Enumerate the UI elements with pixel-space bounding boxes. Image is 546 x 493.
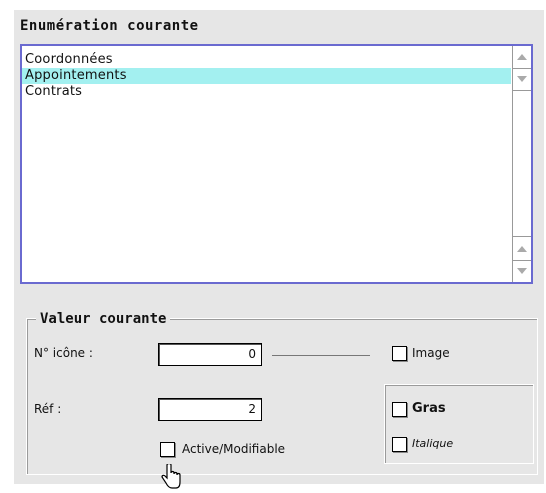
style-options-group <box>384 384 534 464</box>
scroll-up-button-bottom[interactable] <box>513 238 531 260</box>
italic-checkbox[interactable] <box>392 437 407 452</box>
current-value-title: Valeur courante <box>36 311 171 327</box>
enumeration-title: Enumération courante <box>20 18 199 34</box>
scroll-down-button-top[interactable] <box>513 68 531 90</box>
list-item-coordonnees[interactable]: Coordonnées <box>22 52 511 68</box>
ref-field[interactable]: 2 <box>158 398 262 421</box>
active-modifiable-checkbox[interactable] <box>160 442 175 457</box>
scroll-separator <box>513 236 531 237</box>
arrow-up-icon <box>517 54 527 60</box>
scroll-separator <box>513 90 531 91</box>
connector-line <box>272 355 370 356</box>
image-checkbox[interactable] <box>392 346 407 361</box>
enumeration-list[interactable]: Coordonnées Appointements Contrats <box>20 44 533 284</box>
arrow-down-icon <box>517 76 527 82</box>
scroll-up-button[interactable] <box>513 46 531 68</box>
list-scrollbar[interactable] <box>512 46 531 282</box>
list-item-contrats[interactable]: Contrats <box>22 84 511 100</box>
scroll-down-button[interactable] <box>513 260 531 282</box>
bold-checkbox[interactable] <box>392 402 407 417</box>
hand-pointer-icon <box>161 464 181 489</box>
image-label: Image <box>412 346 450 360</box>
italic-label: Italique <box>412 437 454 450</box>
enumeration-items: Coordonnées Appointements Contrats <box>22 52 511 100</box>
icon-number-field[interactable]: 0 <box>158 343 262 366</box>
icon-number-label: N° icône : <box>34 346 93 360</box>
arrow-up-icon <box>517 246 527 252</box>
list-item-appointements[interactable]: Appointements <box>22 68 511 84</box>
arrow-down-icon <box>517 268 527 274</box>
active-modifiable-label: Active/Modifiable <box>182 442 286 456</box>
ref-label: Réf : <box>34 402 62 416</box>
bold-label: Gras <box>412 401 446 416</box>
